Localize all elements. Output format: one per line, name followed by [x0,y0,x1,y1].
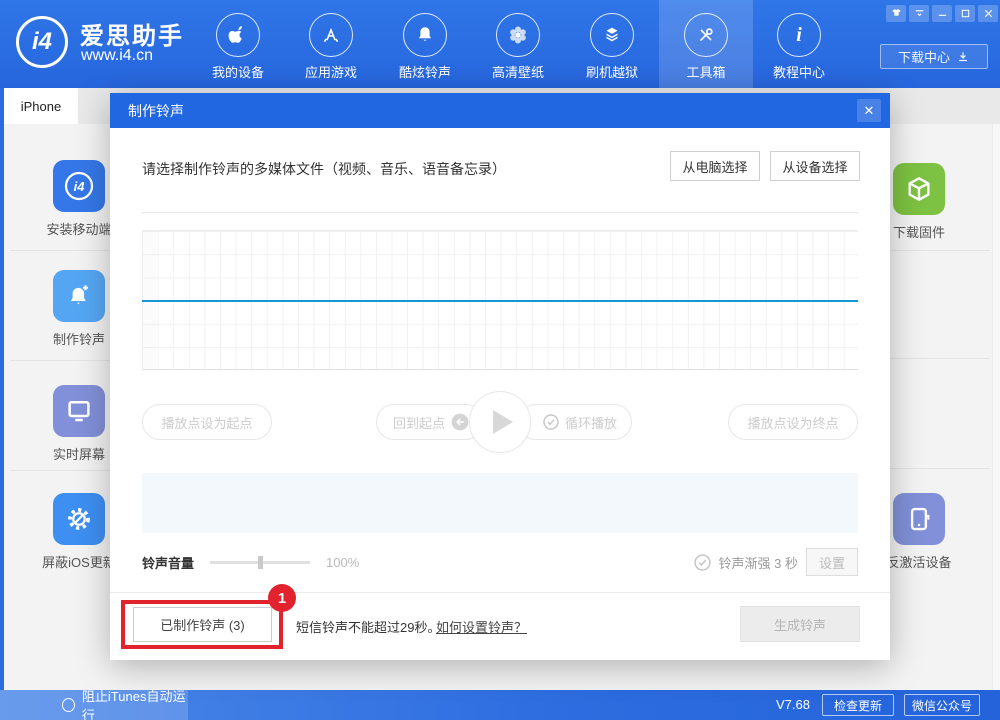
app-url: www.i4.cn [81,47,153,65]
separator [10,470,110,471]
download-center-label: 下载中心 [898,47,950,66]
nav-label: 工具箱 [686,62,725,81]
generate-ringtone-button[interactable]: 生成铃声 [740,606,860,642]
volume-value: 100% [326,555,359,570]
minimize-icon[interactable] [932,5,952,22]
wechat-official-button[interactable]: 微信公众号 [904,694,980,716]
make-ringtone-dialog: 制作铃声 ✕ 请选择制作铃声的多媒体文件（视频、音乐、语音备忘录） 从电脑选择 … [110,93,890,660]
nav-apps-games[interactable]: 应用游戏 [284,0,378,88]
nav-my-device[interactable]: 我的设备 [191,0,285,88]
volume-label: 铃声音量 [142,553,194,572]
nav-label: 刷机越狱 [586,62,638,81]
fade-settings-button[interactable]: 设置 [806,548,858,576]
nav-cool-ringtones[interactable]: 酷炫铃声 [378,0,472,88]
download-icon [956,50,970,64]
footer-divider [110,592,890,593]
scrollbar-track[interactable] [992,124,1000,690]
nav-flash-jailbreak[interactable]: 刷机越狱 [565,0,659,88]
volume-row: 铃声音量 100% 铃声渐强 3 秒 设置 [142,548,858,576]
waveform-area[interactable] [142,230,858,370]
nav-label: 我的设备 [212,62,264,81]
fade-in-label: 铃声渐强 3 秒 [719,553,798,572]
app-title: 爱思助手 [80,16,184,51]
status-bar: 阻止iTunes自动运行 V7.68 检查更新 微信公众号 [0,690,1000,720]
version-label: V7.68 [776,697,810,712]
info-icon: i [777,13,821,57]
nav-hd-wallpapers[interactable]: 高清壁纸 [471,0,565,88]
set-end-point-button[interactable]: 播放点设为终点 [728,404,858,440]
nav-toolbox[interactable]: 工具箱 [659,0,753,88]
check-circle-icon [694,554,711,571]
appstore-icon [309,13,353,57]
volume-slider[interactable] [210,561,310,564]
set-end-label: 播放点设为终点 [747,413,838,432]
block-itunes-toggle[interactable]: 阻止iTunes自动运行 [0,690,188,720]
toolbox-icon [684,13,728,57]
bell-icon [403,13,447,57]
app-window: i4 爱思助手 www.i4.cn 我的设备 应用游戏 酷炫铃声 高清壁纸 [0,0,1000,720]
maximize-icon[interactable] [955,5,975,22]
volume-slider-handle[interactable] [258,556,263,569]
separator [890,468,990,469]
block-itunes-label: 阻止iTunes自动运行 [82,686,188,720]
tab-iphone[interactable]: iPhone [4,88,78,124]
waveform-baseline [142,300,858,302]
set-start-label: 播放点设为起点 [161,413,252,432]
flower-icon [496,13,540,57]
apple-icon [216,13,260,57]
monitor-icon [53,385,105,437]
nav-label: 教程中心 [773,62,825,81]
radio-circle-icon [62,698,75,712]
svg-text:i4: i4 [74,179,86,194]
divider [142,212,858,213]
separator [890,358,990,359]
separator [10,360,110,361]
made-ringtones-button[interactable]: 已制作铃声 (3) [133,607,272,642]
set-start-point-button[interactable]: 播放点设为起点 [142,404,272,440]
dialog-close-icon[interactable]: ✕ [857,99,881,122]
back-arrow-icon [451,413,469,431]
play-icon [493,410,513,434]
i4-app-icon: i4 [53,160,105,212]
nav-tutorial-center[interactable]: i 教程中心 [752,0,846,88]
play-button[interactable] [469,391,531,453]
dialog-title: 制作铃声 [128,101,184,121]
check-circle-icon [543,414,559,430]
gear-wrench-icon [53,493,105,545]
loop-play-label: 循环播放 [565,413,617,432]
skin-icon[interactable] [886,5,906,22]
how-to-set-ringtone-link[interactable]: 如何设置铃声？ [436,617,527,636]
phone-icon [893,493,945,545]
close-window-icon[interactable] [978,5,998,22]
loop-play-toggle[interactable]: 循环播放 [518,404,632,440]
back-to-start-button[interactable]: 回到起点 [376,404,484,440]
menu-chevron-icon[interactable] [909,5,929,22]
select-from-pc-button[interactable]: 从电脑选择 [670,151,760,181]
window-left-border [0,88,4,690]
i4-logo-icon: i4 [16,16,68,68]
dialog-header: 制作铃声 ✕ [110,93,890,128]
nav-label: 酷炫铃声 [399,62,451,81]
nav-label: 高清壁纸 [492,62,544,81]
app-header: i4 爱思助手 www.i4.cn 我的设备 应用游戏 酷炫铃声 高清壁纸 [0,0,1000,88]
annotation-step-badge: 1 [268,584,296,612]
sms-length-hint: 短信铃声不能超过29秒。 [296,617,440,636]
select-from-device-button[interactable]: 从设备选择 [770,151,860,181]
separator [10,250,110,251]
cube-icon [893,163,945,215]
check-update-button[interactable]: 检查更新 [822,694,894,716]
bell-plus-icon [53,270,105,322]
separator [890,250,990,251]
download-center-button[interactable]: 下载中心 [880,44,988,69]
selection-strip [142,473,858,533]
media-select-prompt: 请选择制作铃声的多媒体文件（视频、音乐、语音备忘录） [142,159,506,179]
back-to-start-label: 回到起点 [393,413,445,432]
nav-label: 应用游戏 [305,62,357,81]
jailbreak-box-icon [590,13,634,57]
